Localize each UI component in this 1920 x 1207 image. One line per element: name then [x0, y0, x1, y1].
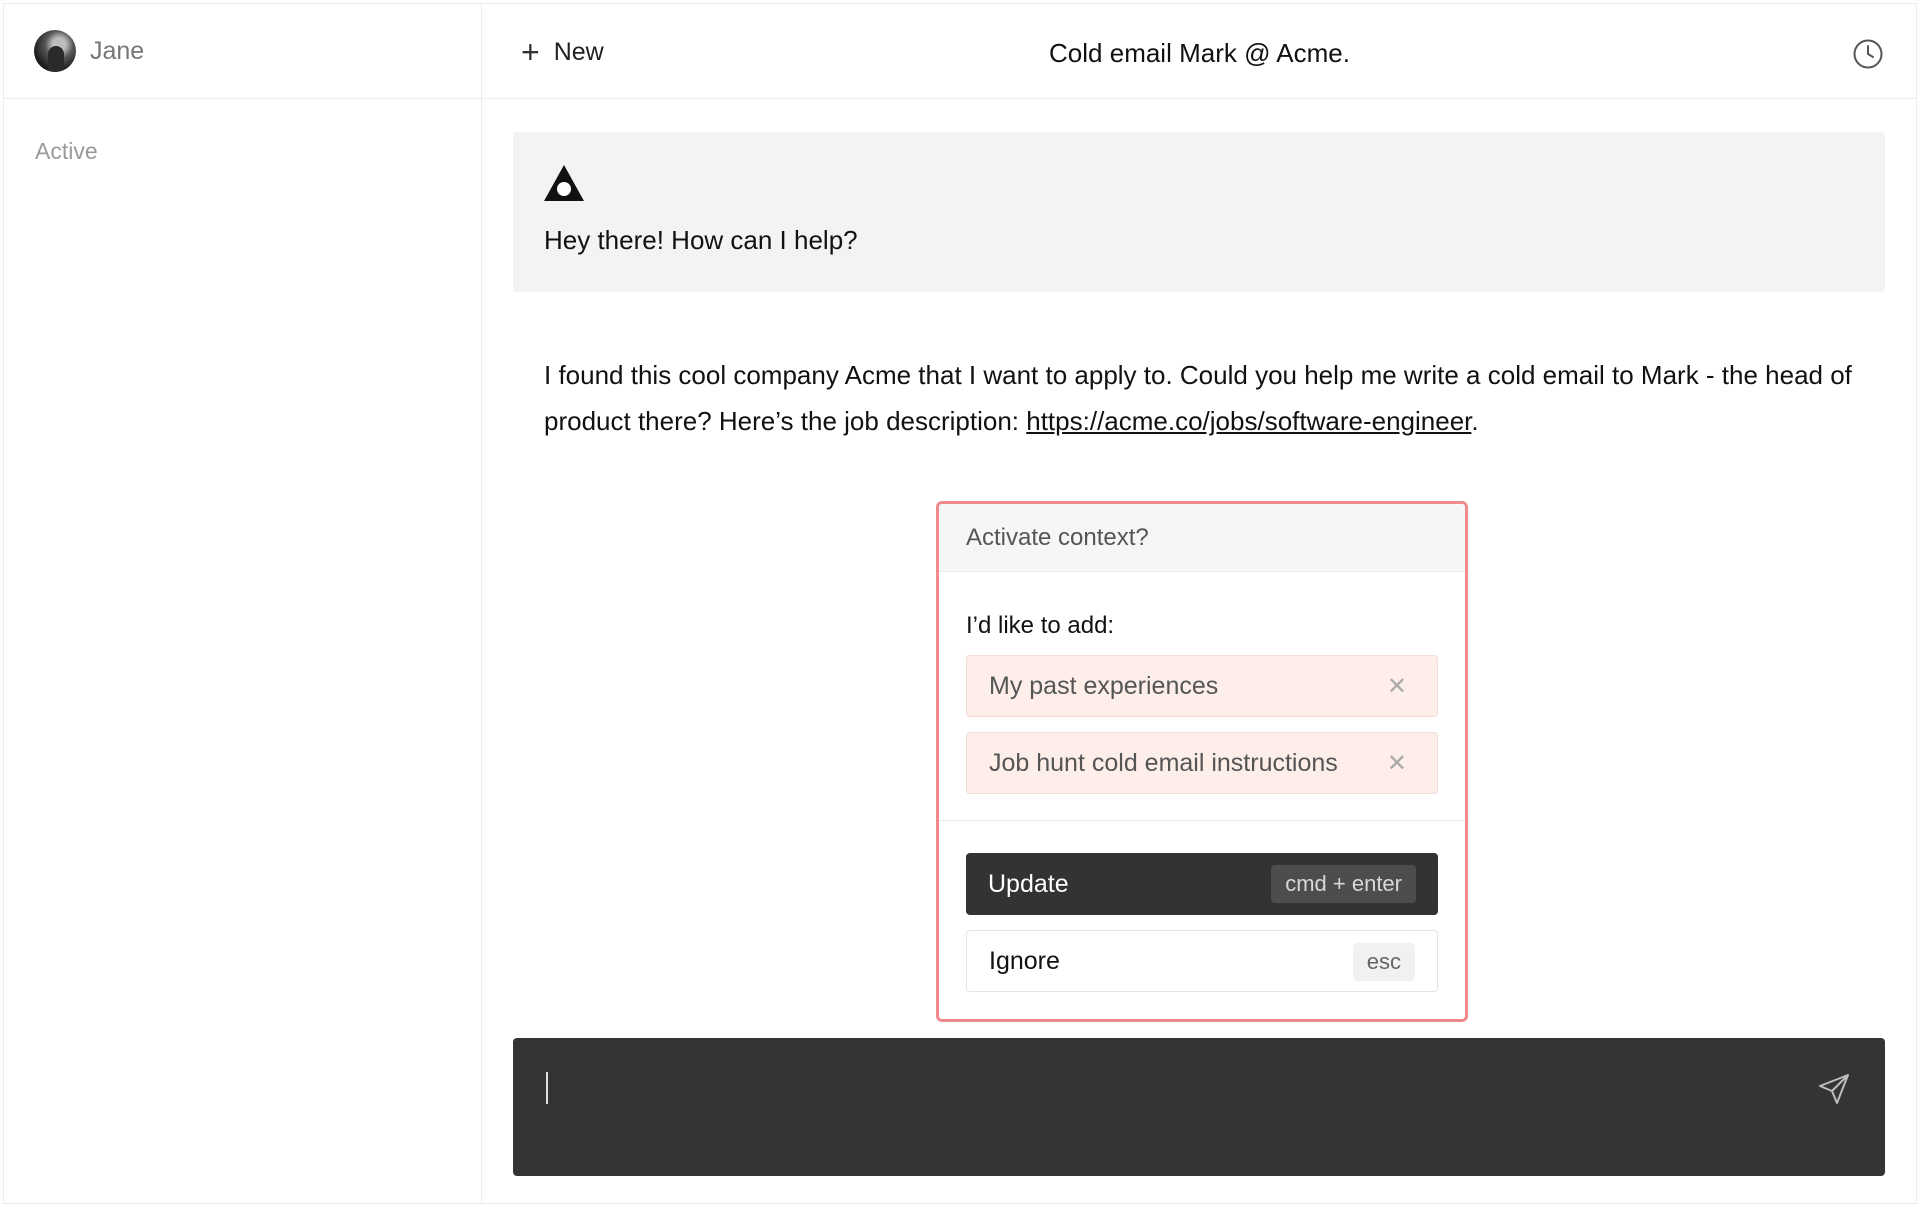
update-button[interactable]: Update cmd + enter	[966, 853, 1438, 915]
close-icon[interactable]: ✕	[1387, 749, 1407, 778]
update-label: Update	[988, 869, 1069, 898]
page-title: Cold email Mark @ Acme.	[1049, 38, 1350, 68]
logo-icon	[544, 165, 584, 201]
send-icon[interactable]	[1817, 1072, 1851, 1106]
avatar	[34, 30, 76, 72]
app-window: Jane Active + New Cold email Mark @ Acme…	[3, 3, 1917, 1204]
dialog-subtitle: I’d like to add:	[966, 612, 1115, 639]
text-caret	[546, 1072, 548, 1104]
context-chip-cold-email-instructions: Job hunt cold email instructions ✕	[966, 732, 1438, 794]
ignore-label: Ignore	[989, 946, 1060, 975]
context-chip-label: My past experiences	[989, 671, 1219, 700]
topbar: + New Cold email Mark @ Acme.	[483, 4, 1916, 99]
assistant-message: Hey there! How can I help?	[513, 132, 1885, 292]
update-shortcut: cmd + enter	[1271, 865, 1416, 903]
clock-icon[interactable]	[1852, 38, 1884, 70]
context-chip-past-experiences: My past experiences ✕	[966, 655, 1438, 717]
user-name: Jane	[90, 36, 145, 65]
dialog-divider	[939, 820, 1465, 821]
ignore-shortcut: esc	[1352, 943, 1415, 981]
job-description-link[interactable]: https://acme.co/jobs/software-engineer	[1026, 406, 1471, 436]
ignore-button[interactable]: Ignore esc	[966, 930, 1438, 992]
activate-context-dialog: Activate context? I’d like to add: My pa…	[936, 501, 1468, 1022]
message-composer	[513, 1038, 1885, 1176]
chat-panel: + New Cold email Mark @ Acme. Hey there!…	[483, 4, 1916, 1203]
close-icon[interactable]: ✕	[1387, 672, 1407, 701]
context-chip-label: Job hunt cold email instructions	[989, 748, 1338, 777]
message-input[interactable]	[543, 1068, 1743, 1108]
user-message: I found this cool company Acme that I wa…	[544, 352, 1884, 444]
user-message-end: .	[1471, 406, 1479, 436]
assistant-message-text: Hey there! How can I help?	[544, 225, 858, 255]
user-header[interactable]: Jane	[4, 4, 481, 99]
section-label-active: Active	[35, 138, 98, 164]
sidebar: Jane Active	[4, 4, 482, 1203]
dialog-title: Activate context?	[939, 504, 1465, 572]
